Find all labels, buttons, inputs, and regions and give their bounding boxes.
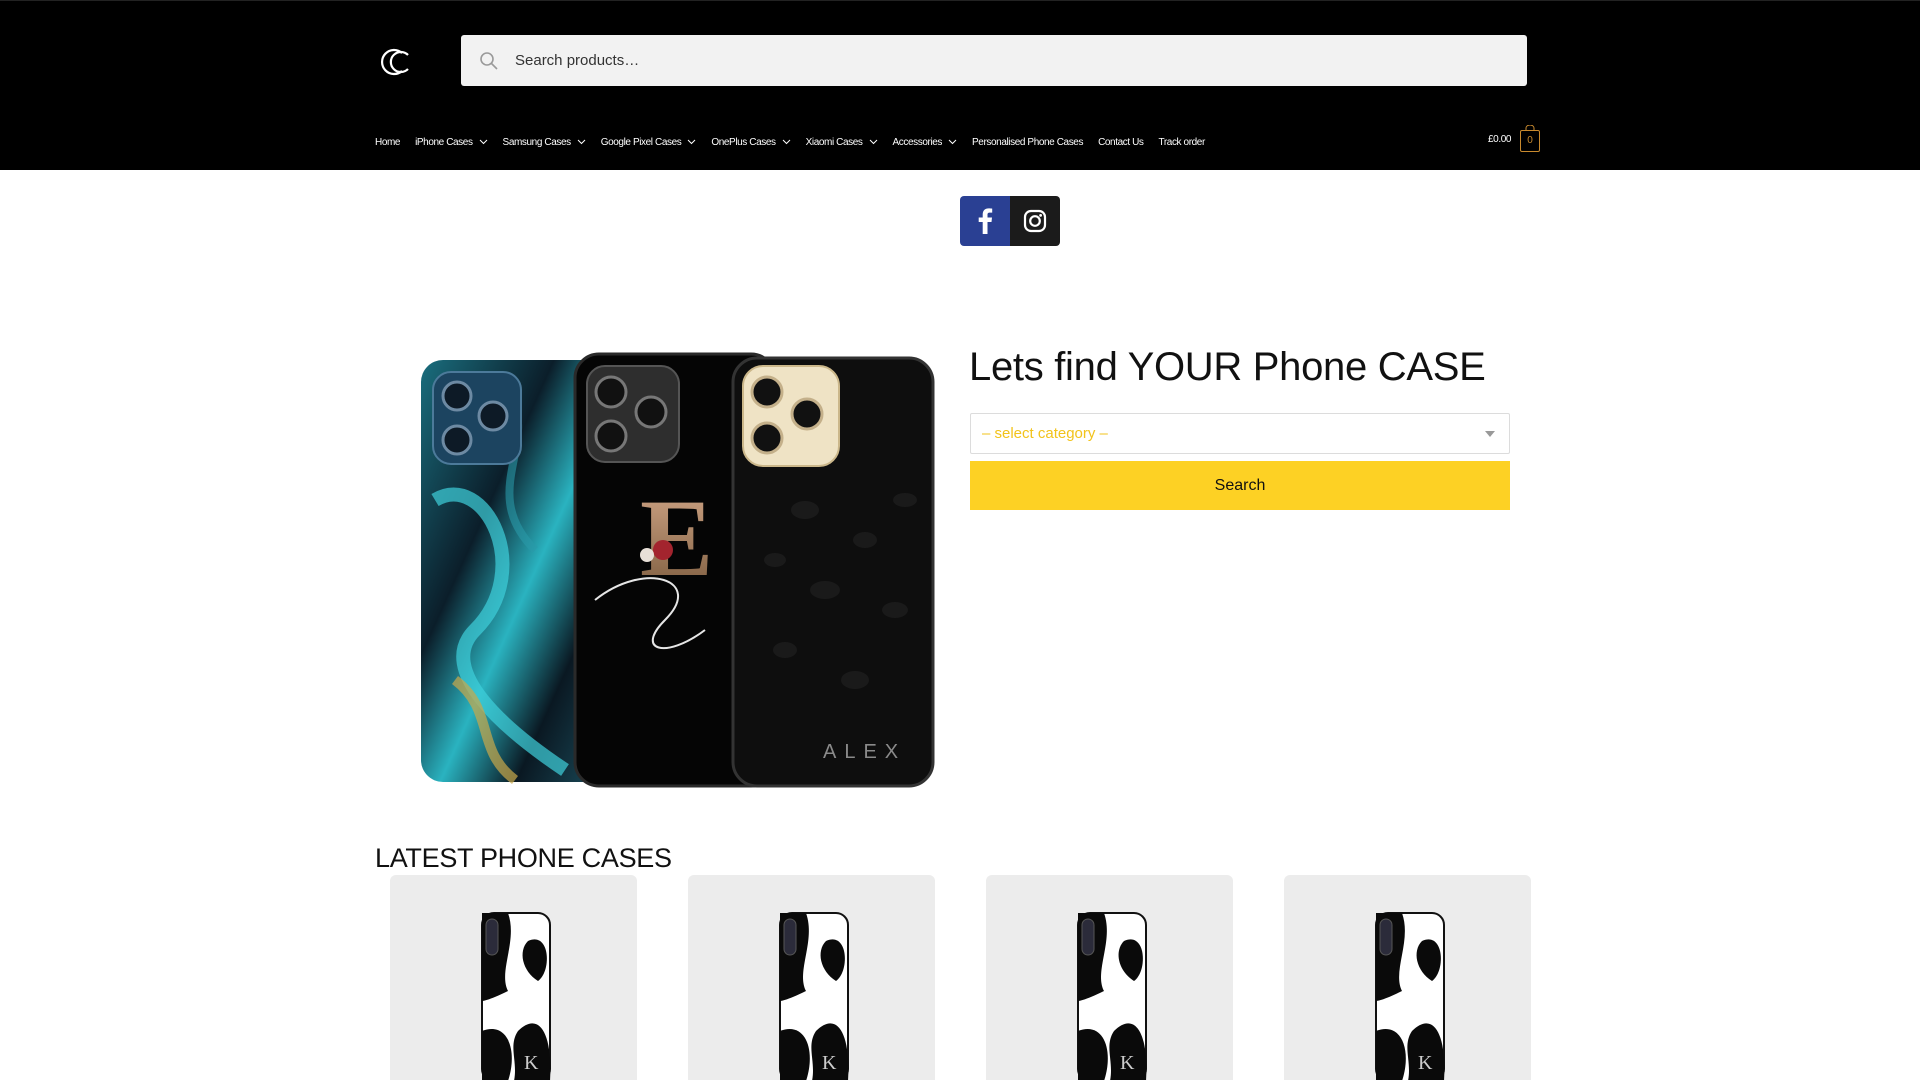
product-search [461,35,1527,86]
nav-label: Contact Us [1098,136,1144,148]
nav-label: Home [375,136,401,148]
nav-label: Samsung Cases [502,136,572,148]
chevron-down-icon [869,139,877,145]
nav-contact-us[interactable]: Contact Us [1098,136,1144,148]
chevron-down-icon [782,139,790,145]
search-icon [480,52,498,70]
facebook-icon [978,208,993,234]
category-select[interactable]: – select category – [970,413,1510,454]
product-initial: K [1120,1052,1135,1074]
search-button[interactable]: Search [970,461,1510,510]
nav-google-pixel-cases[interactable]: Google Pixel Cases [601,137,697,148]
nav-xiaomi-cases[interactable]: Xiaomi Cases [806,137,878,148]
nav-home[interactable]: Home [375,137,400,148]
product-initial: K [822,1052,837,1074]
instagram-icon [1023,209,1047,233]
product-card[interactable]: K [1284,875,1531,1080]
nav-accessories[interactable]: Accessories [893,137,958,148]
site-header: Home iPhone Cases Samsung Cases Google P… [0,0,1920,170]
product-image: K [1077,912,1147,1080]
product-image: K [779,912,849,1080]
hero-title: Lets find YOUR Phone CASE [969,345,1486,389]
category-select-value: – select category – [982,425,1108,442]
cart-count: 0 [1520,130,1541,152]
nav-label: Google Pixel Cases [600,136,682,148]
search-input[interactable] [505,35,1505,86]
chevron-down-icon [479,139,487,145]
product-card[interactable]: K [390,875,637,1080]
facebook-button[interactable] [960,196,1010,246]
main-nav: Home iPhone Cases Samsung Cases Google P… [375,134,1220,150]
chevron-down-icon [948,139,957,145]
nav-samsung-cases[interactable]: Samsung Cases [503,137,586,148]
social-links [960,196,1060,246]
nav-oneplus-cases[interactable]: OnePlus Cases [711,137,790,148]
cart-link[interactable]: £0.00 0 [1488,125,1543,153]
product-card[interactable]: K [688,875,935,1080]
latest-section-title: LATEST PHONE CASES [375,843,672,873]
nav-label: Personalised Phone Cases [972,136,1084,148]
product-image: K [481,912,551,1080]
nav-label: Accessories [892,136,943,148]
nav-label: iPhone Cases [415,136,473,148]
nav-label: OnePlus Cases [711,136,776,148]
cart-bag-icon: 0 [1517,125,1543,153]
nav-label: Track order [1158,136,1206,148]
chevron-down-icon [687,139,696,145]
nav-personalised-phone-cases[interactable]: Personalised Phone Cases [972,137,1083,148]
hero-phone-cases-image: E ALEX [421,352,935,788]
nav-label: Xiaomi Cases [805,136,863,148]
product-initial: K [524,1052,539,1074]
dropdown-caret-icon [1485,431,1495,437]
logo-c-icon[interactable] [378,47,412,77]
case-name-text: ALEX [823,741,906,763]
product-initial: K [1418,1052,1433,1074]
chevron-down-icon [577,139,586,145]
product-card[interactable]: K [986,875,1233,1080]
product-image: K [1375,912,1445,1080]
nav-track-order[interactable]: Track order [1158,136,1206,148]
nav-iphone-cases[interactable]: iPhone Cases [415,137,487,148]
monogram-text: E [640,477,713,599]
cart-amount: £0.00 [1488,133,1512,145]
product-grid: K K K K [390,875,1531,1080]
instagram-button[interactable] [1010,196,1060,246]
